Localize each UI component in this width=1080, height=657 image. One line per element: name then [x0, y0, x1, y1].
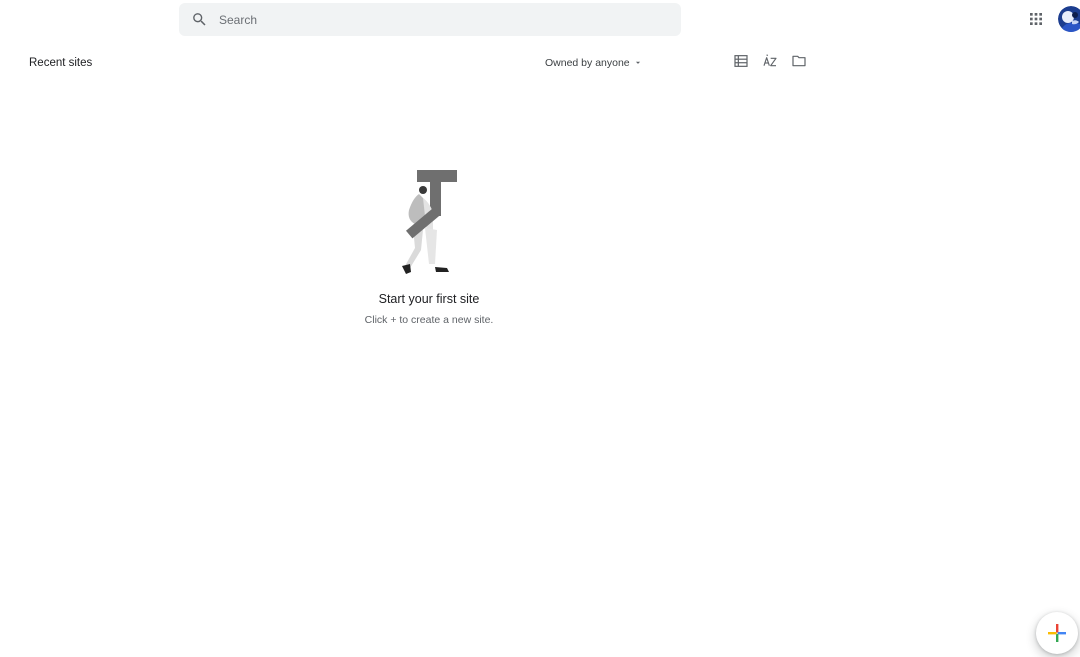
- owner-filter-dropdown[interactable]: Owned by anyone: [545, 55, 643, 71]
- avatar[interactable]: [1058, 6, 1080, 32]
- empty-state-illustration: [402, 170, 457, 274]
- apps-grid-icon[interactable]: [1028, 11, 1044, 27]
- folder-icon[interactable]: [791, 53, 807, 69]
- top-bar: [0, 0, 1080, 40]
- empty-state-title: Start your first site: [378, 292, 480, 306]
- owner-filter-label: Owned by anyone: [545, 57, 630, 69]
- caret-down-icon: [635, 61, 640, 64]
- avatar-image: [1058, 6, 1080, 32]
- search-box[interactable]: [179, 3, 681, 36]
- list-view-icon[interactable]: [733, 53, 749, 69]
- plus-icon: [1048, 624, 1066, 642]
- search-input[interactable]: [217, 3, 667, 36]
- search-icon[interactable]: [191, 11, 208, 28]
- empty-state-subtitle: Click + to create a new site.: [364, 314, 494, 326]
- create-site-button[interactable]: [1036, 612, 1078, 654]
- sort-az-icon[interactable]: [762, 53, 778, 69]
- section-title: Recent sites: [29, 57, 93, 69]
